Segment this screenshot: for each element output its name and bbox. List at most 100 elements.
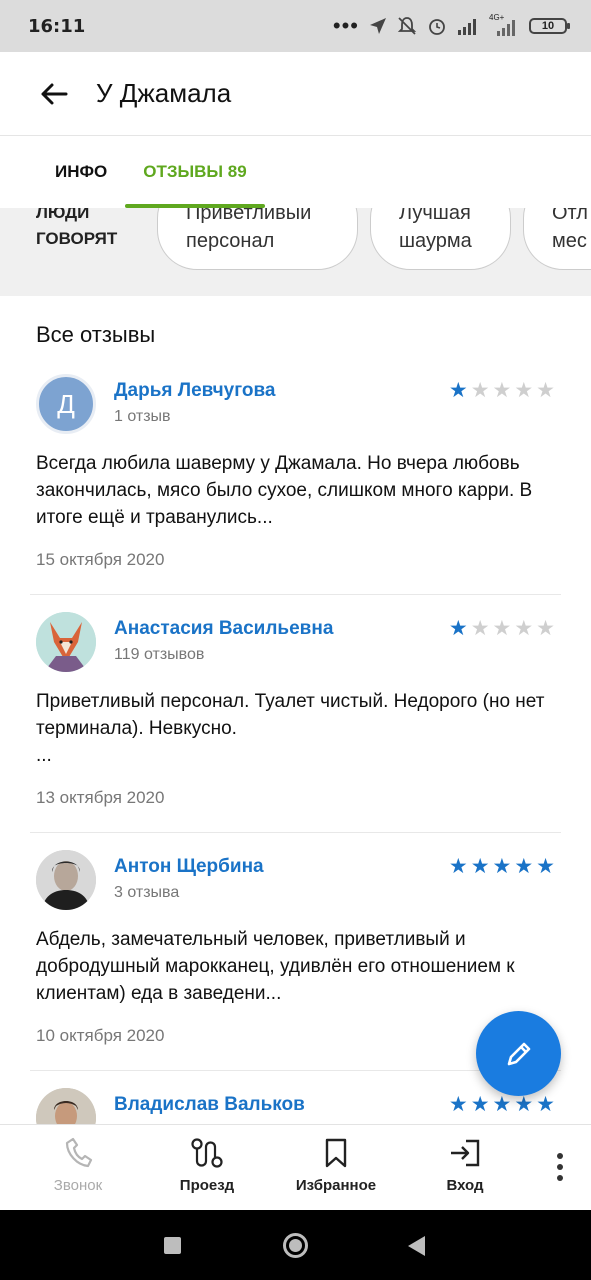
- people-say-strip: ЛЮДИ ГОВОРЯТ Приветливый персонал Лучшая…: [0, 208, 591, 296]
- tag-chip-best-shawarma[interactable]: Лучшая шаурма: [370, 208, 511, 270]
- star-icon: ★: [514, 617, 534, 640]
- status-icons: ••• 4G+ 10: [332, 13, 570, 39]
- call-button[interactable]: Звонок: [23, 1137, 133, 1194]
- more-vertical-icon: [557, 1153, 563, 1159]
- page-title: У Джамала: [96, 78, 232, 108]
- tag-chip-great-place[interactable]: Отл мес: [523, 208, 591, 270]
- rating-stars: ★ ★ ★ ★ ★: [449, 1094, 555, 1116]
- star-icon: ★: [448, 617, 468, 640]
- review-text[interactable]: Всегда любила шаверму у Джамала. Но вчер…: [36, 450, 556, 531]
- review-text[interactable]: Абдель, замечательный человек, приветлив…: [36, 926, 556, 1007]
- avatar[interactable]: [36, 612, 96, 672]
- favorites-button[interactable]: Избранное: [281, 1137, 391, 1194]
- people-say-line2: ГОВОРЯТ: [36, 229, 118, 248]
- star-icon: ★: [470, 379, 490, 402]
- star-icon: ★: [536, 855, 555, 878]
- star-icon: ★: [492, 855, 512, 878]
- star-icon: ★: [514, 855, 534, 878]
- reviewer-review-count: 3 отзыва: [114, 884, 180, 901]
- pencil-icon: [507, 1042, 530, 1065]
- reviewer-name[interactable]: Анастасия Васильевна: [114, 618, 333, 640]
- avatar[interactable]: [36, 850, 96, 910]
- star-icon: ★: [470, 855, 490, 878]
- signal-4g-icon: 4G+: [489, 13, 519, 36]
- tab-info[interactable]: ИНФО: [55, 136, 107, 208]
- tag-chip-line2: шаурма: [399, 230, 472, 252]
- tab-reviews[interactable]: ОТЗЫВЫ 89: [125, 136, 265, 208]
- review-date: 13 октября 2020: [36, 788, 165, 807]
- reviewer-review-count: 1 отзыв: [114, 408, 171, 425]
- star-icon: ★: [448, 855, 468, 878]
- people-say-label: ЛЮДИ ГОВОРЯТ: [36, 208, 117, 252]
- review-date: 10 октября 2020: [36, 1026, 165, 1045]
- write-review-button[interactable]: [476, 1011, 561, 1096]
- tab-reviews-label: ОТЗЫВЫ 89: [143, 162, 247, 181]
- star-icon: ★: [492, 1093, 512, 1116]
- star-icon: ★: [536, 1093, 555, 1116]
- reviews-list[interactable]: Все отзывы Д Дарья Левчугова 1 отзыв ★ ★ ★…: [0, 296, 591, 1124]
- home-button[interactable]: [283, 1233, 308, 1258]
- mute-bell-icon: [397, 17, 417, 35]
- login-label: Вход: [446, 1177, 484, 1194]
- recent-apps-button[interactable]: [164, 1237, 181, 1254]
- status-bar: 16:11 ••• 4G+ 10: [0, 0, 591, 52]
- star-icon: ★: [448, 379, 468, 402]
- avatar[interactable]: Д: [36, 374, 96, 434]
- section-title: Все отзывы: [36, 322, 156, 347]
- star-icon: ★: [514, 379, 534, 402]
- alarm-icon: [429, 19, 445, 35]
- review-item: Анастасия Васильевна 119 отзывов ★ ★ ★ ★ ★ П…: [0, 612, 591, 850]
- app-bar: У Джамала: [0, 52, 591, 136]
- more-dots-icon: •••: [332, 13, 359, 38]
- fox-avatar-image: [36, 612, 96, 672]
- battery-icon: 10: [529, 18, 570, 34]
- divider: [30, 594, 561, 595]
- route-button[interactable]: Проезд: [152, 1137, 262, 1194]
- tag-chip-line1: Лучшая: [399, 208, 471, 224]
- status-time: 16:11: [28, 15, 86, 37]
- person-avatar-image: [36, 1088, 96, 1124]
- avatar[interactable]: [36, 1088, 96, 1124]
- star-icon: ★: [536, 617, 555, 640]
- route-icon: [191, 1138, 223, 1168]
- phone-icon: [65, 1137, 93, 1168]
- star-icon: ★: [492, 617, 512, 640]
- reviewer-review-count: 119 отзывов: [114, 646, 205, 663]
- tag-chip-line2: персонал: [186, 230, 275, 252]
- tab-bar: ИНФО ОТЗЫВЫ 89: [0, 136, 591, 208]
- route-label: Проезд: [179, 1177, 235, 1194]
- rating-stars: ★ ★ ★ ★ ★: [449, 856, 555, 878]
- reviewer-name[interactable]: Антон Щербина: [114, 856, 264, 878]
- tag-chip-line1: Приветливый: [186, 208, 312, 224]
- login-button[interactable]: Вход: [410, 1137, 520, 1194]
- review-date: 15 октября 2020: [36, 550, 165, 569]
- star-icon: ★: [536, 379, 555, 402]
- people-say-line1: ЛЮДИ: [36, 208, 90, 222]
- login-icon: [451, 1139, 480, 1167]
- reviewer-name[interactable]: Владислав Вальков: [114, 1094, 305, 1116]
- bottom-nav: Звонок Проезд Избранное Вход: [0, 1124, 591, 1210]
- bookmark-icon: [325, 1138, 347, 1168]
- star-icon: ★: [470, 1093, 490, 1116]
- system-back-button[interactable]: [408, 1236, 425, 1256]
- divider: [30, 832, 561, 833]
- tag-chip-line1: Отл: [552, 208, 588, 224]
- rating-stars: ★ ★ ★ ★ ★: [449, 380, 555, 402]
- reviewer-name[interactable]: Дарья Левчугова: [114, 380, 275, 402]
- star-icon: ★: [470, 617, 490, 640]
- star-icon: ★: [492, 379, 512, 402]
- call-label: Звонок: [53, 1177, 103, 1194]
- system-nav-bar: [0, 1210, 591, 1280]
- tag-chip-line2: мес: [552, 230, 587, 252]
- star-icon: ★: [448, 1093, 468, 1116]
- person-avatar-image: [36, 850, 96, 910]
- arrow-left-icon: [41, 83, 68, 104]
- more-menu-button[interactable]: [557, 1153, 563, 1181]
- review-text[interactable]: Приветливый персонал. Туалет чистый. Нед…: [36, 688, 556, 769]
- review-item: Владислав Вальков ★ ★ ★ ★ ★: [0, 1088, 591, 1124]
- tag-chip-friendly-staff[interactable]: Приветливый персонал: [157, 208, 358, 270]
- rating-stars: ★ ★ ★ ★ ★: [449, 618, 555, 640]
- review-item: Д Дарья Левчугова 1 отзыв ★ ★ ★ ★ ★ Всегда л…: [0, 374, 591, 612]
- back-button[interactable]: [34, 74, 74, 114]
- favorites-label: Избранное: [295, 1177, 377, 1194]
